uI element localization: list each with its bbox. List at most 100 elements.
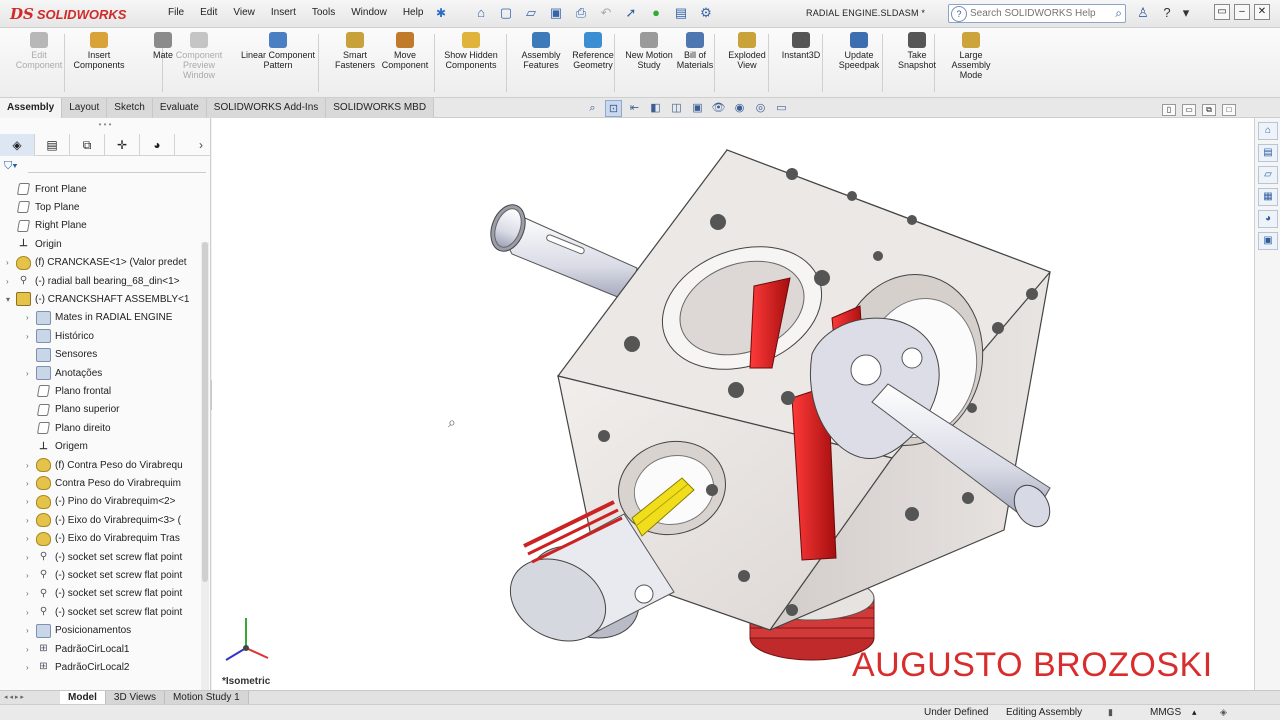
assembly-features-button[interactable]: Assembly Features	[514, 32, 568, 70]
tree-item[interactable]: › Contra Peso do Virabrequim	[26, 474, 181, 492]
units-chevron-up-icon[interactable]: ▴	[1192, 707, 1197, 718]
help-search-box[interactable]: ? ⌕	[948, 4, 1126, 23]
previous-view-icon[interactable]: ⇤	[626, 100, 643, 117]
tree-item[interactable]: › ⊞ PadrãoCirLocal1	[26, 640, 130, 658]
expand-chevron-icon[interactable]: ›	[6, 258, 16, 267]
viewport-restore-icon[interactable]: ▭	[1182, 104, 1196, 116]
print-icon[interactable]: ⎙	[572, 4, 590, 22]
bom-button[interactable]: Bill of Materials	[668, 32, 722, 70]
select-arrow-icon[interactable]: ➚	[622, 4, 640, 22]
pin-menu-icon[interactable]: ✱	[436, 6, 446, 20]
view-palette-icon[interactable]: ▦	[1258, 188, 1278, 206]
smart-fasteners-button[interactable]: Smart Fasteners	[328, 32, 382, 70]
viewport-close-icon[interactable]: □	[1222, 104, 1236, 116]
tree-item[interactable]: Plano superior	[26, 401, 119, 419]
expand-chevron-icon[interactable]: ›	[26, 663, 36, 672]
tree-item[interactable]: › (f) Contra Peso do Virabrequ	[26, 456, 183, 474]
expand-chevron-icon[interactable]: ›	[26, 626, 36, 635]
reference-geometry-button[interactable]: Reference Geometry	[566, 32, 620, 70]
minimize-icon[interactable]: –	[1234, 4, 1250, 20]
chevron-right-icon[interactable]: ›	[191, 134, 211, 156]
expand-chevron-icon[interactable]: ›	[26, 571, 36, 580]
preview-window-button[interactable]: Component Preview Window	[172, 32, 226, 80]
file-explorer-icon[interactable]: ▱	[1258, 166, 1278, 184]
tree-item[interactable]: › ⊞ PadrãoCirLocal2	[26, 658, 130, 676]
edit-appearance-icon[interactable]: ◉	[731, 100, 748, 117]
expand-chevron-icon[interactable]: ▾	[6, 295, 16, 304]
tree-item[interactable]: Right Plane	[6, 217, 87, 235]
exploded-view-button[interactable]: Exploded View	[720, 32, 774, 70]
expand-chevron-icon[interactable]: ›	[26, 645, 36, 654]
tree-filter[interactable]: ⛉▾	[4, 160, 208, 178]
restore-window-icon[interactable]: ▭	[1214, 4, 1230, 20]
property-manager-tab-icon[interactable]: ▤	[35, 134, 70, 156]
tree-item[interactable]: ⊥ Origem	[26, 438, 88, 456]
tree-item[interactable]: › ⚲ (-) socket set screw flat point	[26, 548, 182, 566]
undo-icon[interactable]: ↶	[597, 4, 615, 22]
tree-item[interactable]: › ⚲ (-) socket set screw flat point	[26, 603, 182, 621]
tree-item[interactable]: › (-) Pino do Virabrequim<2>	[26, 493, 175, 511]
menu-view[interactable]: View	[225, 7, 263, 18]
search-icon[interactable]: ⌕	[1115, 6, 1122, 21]
speedpak-button[interactable]: Update Speedpak	[832, 32, 886, 70]
close-icon[interactable]: ✕	[1254, 4, 1270, 20]
view-orientation-icon[interactable]: ◫	[668, 100, 685, 117]
expand-chevron-icon[interactable]: ›	[26, 516, 36, 525]
tree-item[interactable]: Front Plane	[6, 180, 87, 198]
tree-item[interactable]: Plano frontal	[26, 382, 111, 400]
viewport-maximize-icon[interactable]: ⧉	[1202, 104, 1216, 116]
expand-chevron-icon[interactable]: ›	[26, 332, 36, 341]
save-icon[interactable]: ▣	[547, 4, 565, 22]
graphics-area[interactable]: ⌕ *Isometric AUGUSTO BROZOSKI	[212, 118, 1254, 690]
solidworks-resources-icon[interactable]: ⌂	[1258, 122, 1278, 140]
edit-component-button[interactable]: Edit Component	[12, 32, 66, 70]
menu-window[interactable]: Window	[343, 7, 395, 18]
bottom-tab-3d-views[interactable]: 3D Views	[105, 691, 165, 704]
tree-item[interactable]: › (f) CRANCKASE<1> (Valor predet	[6, 254, 187, 272]
large-assembly-button[interactable]: Large Assembly Mode	[944, 32, 998, 80]
expand-chevron-icon[interactable]: ›	[26, 479, 36, 488]
menu-tools[interactable]: Tools	[304, 7, 343, 18]
tree-item[interactable]: Sensores	[26, 346, 97, 364]
zoom-to-fit-icon[interactable]: ⌕	[584, 100, 601, 117]
tab-assembly[interactable]: Assembly	[0, 98, 63, 118]
tab-layout[interactable]: Layout	[62, 98, 108, 118]
tree-item[interactable]: › (-) Eixo do Virabrequim Tras	[26, 530, 180, 548]
open-folder-icon[interactable]: ▱	[522, 4, 540, 22]
menu-insert[interactable]: Insert	[263, 7, 304, 18]
expand-chevron-icon[interactable]: ›	[6, 277, 16, 286]
help-search-input[interactable]	[970, 8, 1100, 19]
tree-item[interactable]: › Anotações	[26, 364, 102, 382]
rebuild-icon[interactable]: ●	[647, 4, 665, 22]
tree-item[interactable]: › Histórico	[26, 327, 94, 345]
expand-chevron-icon[interactable]: ›	[26, 313, 36, 322]
dimxpert-tab-icon[interactable]: ✛	[105, 134, 140, 156]
home-icon[interactable]: ⌂	[472, 4, 490, 22]
instant3d-button[interactable]: Instant3D	[774, 32, 828, 60]
crankshaft-rear-shaft[interactable]	[485, 200, 638, 303]
radial-engine-model[interactable]	[212, 118, 1254, 690]
viewport-minimize-icon[interactable]: ▯	[1162, 104, 1176, 116]
zoom-to-area-icon[interactable]: ⊡	[605, 100, 622, 117]
apply-scene-icon[interactable]: ◎	[752, 100, 769, 117]
linear-pattern-button[interactable]: Linear Component Pattern	[234, 32, 322, 70]
tab-scroll-arrows[interactable]: ◂ ◂ ▸ ▸	[0, 691, 60, 704]
expand-chevron-icon[interactable]: ›	[26, 534, 36, 543]
design-library-icon[interactable]: ▤	[1258, 144, 1278, 162]
options-gear-icon[interactable]: ⚙	[697, 4, 715, 22]
tree-item[interactable]: Top Plane	[6, 198, 79, 216]
appearances-icon[interactable]: ◕	[1258, 210, 1278, 228]
tree-scrollbar[interactable]	[201, 242, 209, 690]
tree-item[interactable]: Plano direito	[26, 419, 111, 437]
expand-chevron-icon[interactable]: ›	[26, 608, 36, 617]
user-account-icon[interactable]: ♙	[1134, 4, 1152, 22]
tree-item[interactable]: › ⚲ (-) socket set screw flat point	[26, 566, 182, 584]
tree-item[interactable]: ⊥ Origin	[6, 235, 62, 253]
help-icon[interactable]: ?	[1158, 4, 1176, 22]
bottom-tab-motion-study-1[interactable]: Motion Study 1	[164, 691, 249, 704]
new-document-icon[interactable]: ▢	[497, 4, 515, 22]
tag-icon[interactable]: ◈	[1220, 707, 1227, 718]
status-units[interactable]: MMGS	[1150, 707, 1181, 718]
file-properties-icon[interactable]: ▤	[672, 4, 690, 22]
snapshot-button[interactable]: Take Snapshot	[890, 32, 944, 70]
